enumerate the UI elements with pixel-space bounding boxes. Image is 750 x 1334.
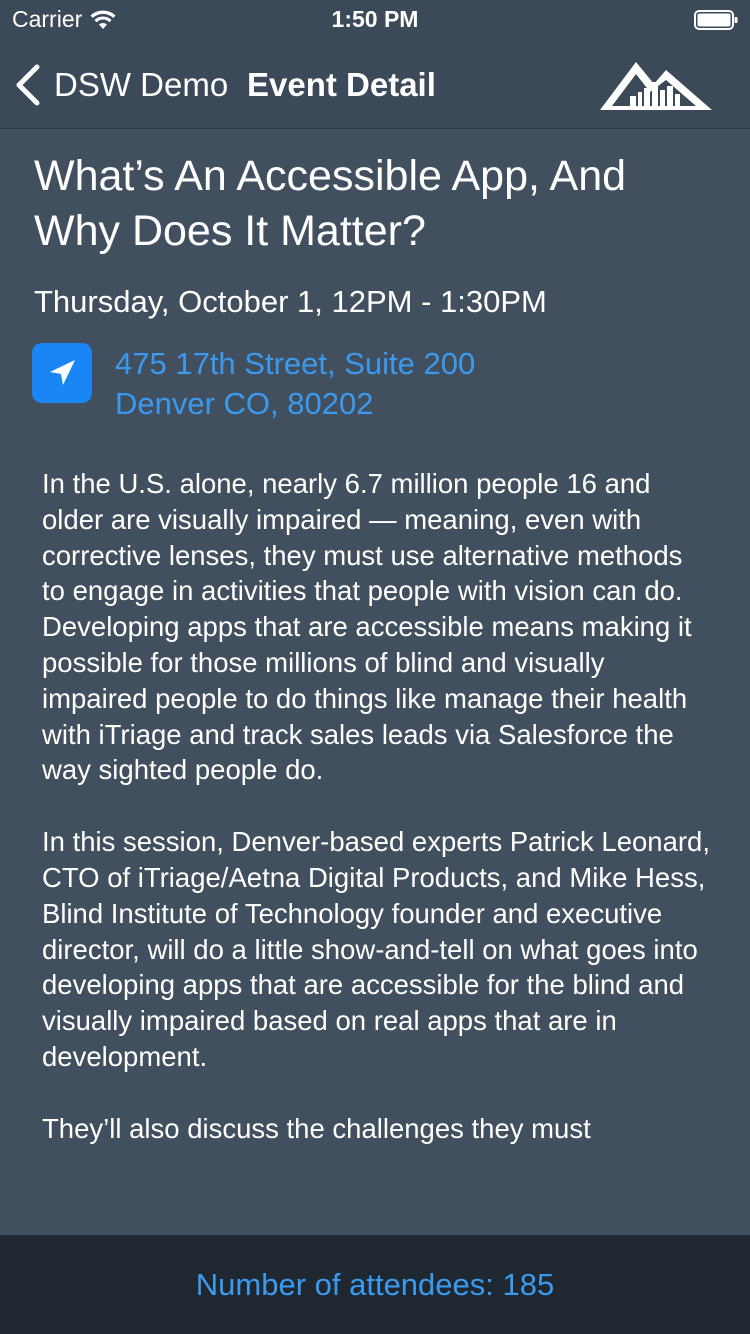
event-content[interactable]: What’s An Accessible App, And Why Does I… — [0, 129, 750, 1235]
chevron-left-icon — [16, 64, 40, 106]
attendees-count-label: Number of attendees: 185 — [195, 1266, 555, 1302]
navigation-arrow-icon — [50, 360, 75, 385]
address-line-1: 475 17th Street, Suite 200 — [115, 346, 476, 381]
location-arrow-icon[interactable] — [32, 343, 92, 403]
event-detail-screen: Carrier 1:50 PM DSW Demo Event Detail Wh… — [0, 0, 750, 1334]
event-description: In the U.S. alone, nearly 6.7 million pe… — [42, 466, 712, 1183]
description-paragraph: In this session, Denver-based experts Pa… — [42, 826, 710, 1072]
navigation-bar: DSW Demo Event Detail — [0, 40, 750, 129]
description-paragraph: They’ll also discuss the challenges they… — [42, 1112, 591, 1144]
battery-icon — [694, 10, 738, 30]
attendees-footer: Number of attendees: 185 — [0, 1235, 750, 1334]
event-date: Thursday, October 1, 12PM - 1:30PM — [34, 284, 547, 319]
mountain-city-logo-icon — [600, 62, 712, 110]
description-paragraph: In the U.S. alone, nearly 6.7 million pe… — [42, 468, 692, 786]
event-title: What’s An Accessible App, And Why Does I… — [34, 152, 627, 255]
back-button-label: DSW Demo — [54, 66, 229, 103]
status-time: 1:50 PM — [331, 6, 419, 32]
address-line-2: Denver CO, 80202 — [115, 386, 374, 421]
status-bar: Carrier 1:50 PM — [0, 0, 750, 40]
back-button[interactable]: DSW Demo — [14, 64, 228, 106]
event-address-link[interactable]: 475 17th Street, Suite 200 Denver CO, 80… — [115, 344, 475, 424]
nav-title: Event Detail — [247, 66, 436, 103]
